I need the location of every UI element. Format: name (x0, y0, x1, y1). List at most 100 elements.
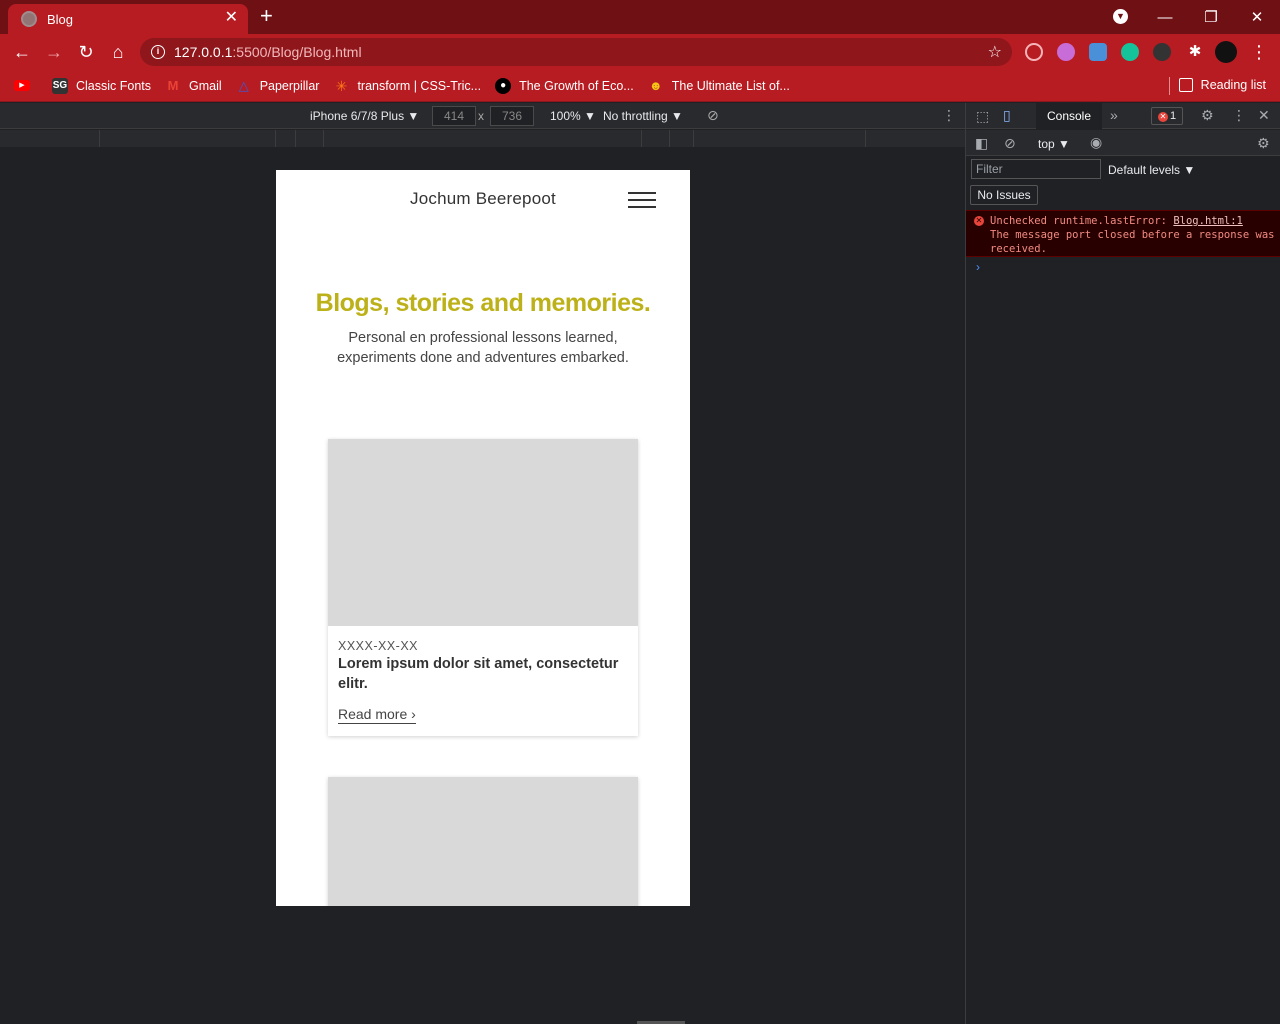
media-query-bar (0, 130, 965, 147)
globe-icon (21, 11, 37, 27)
dimension-separator: x (478, 109, 484, 123)
bookmarks-bar: ▶ SG Classic Fonts M Gmail △ Paperpillar… (0, 70, 1280, 102)
kebab-menu-icon[interactable]: ⋮ (942, 107, 956, 124)
bookmark-label: transform | CSS-Tric... (357, 78, 482, 93)
media-query-segment[interactable] (276, 130, 296, 147)
width-input[interactable]: 414 (432, 106, 476, 126)
device-select[interactable]: iPhone 6/7/8 Plus ▼ (310, 109, 419, 123)
extension-icon[interactable] (1153, 43, 1171, 61)
bookmark-label: Classic Fonts (76, 78, 152, 93)
card-thumbnail[interactable] (328, 777, 638, 906)
bookmark-gmail[interactable]: M Gmail (165, 78, 222, 94)
read-more-link[interactable]: Read more › (338, 706, 416, 724)
error-source-link[interactable]: Blog.html:1 (1173, 215, 1243, 227)
zoom-select[interactable]: 100% ▼ (550, 109, 596, 123)
throttle-select[interactable]: No throttling ▼ (603, 109, 683, 123)
page-title: Blogs, stories and memories. (315, 289, 651, 317)
bookmark-label: The Growth of Eco... (519, 78, 634, 93)
close-icon[interactable]: ✕ (1258, 108, 1270, 122)
bookmark-growth[interactable]: ● The Growth of Eco... (495, 77, 634, 94)
tab-blog[interactable]: Blog ✕ (8, 4, 248, 34)
youtube-bookmark[interactable]: ▶ (14, 80, 38, 91)
paperpillar-icon: △ (238, 77, 249, 93)
card-title: Lorem ipsum dolor sit amet, consectetur … (338, 656, 619, 692)
restore-button[interactable]: ❐ (1188, 8, 1234, 26)
media-query-segment[interactable] (100, 130, 276, 147)
bookmark-paperpillar[interactable]: △ Paperpillar (236, 78, 320, 94)
hamburger-menu-icon[interactable] (628, 192, 656, 210)
error-count: 1 (1169, 110, 1177, 122)
chevron-down-icon[interactable]: ▼ (1113, 9, 1128, 24)
log-levels-select[interactable]: Default levels ▼ (1108, 163, 1195, 177)
back-arrow-icon[interactable]: ← (11, 42, 33, 62)
home-icon[interactable]: ⌂ (107, 42, 129, 62)
reading-list-label: Reading list (1200, 78, 1266, 92)
context-select[interactable]: top ▼ (1038, 137, 1070, 151)
new-tab-button[interactable]: + (260, 5, 273, 27)
site-header: Jochum Beerepoot (276, 170, 690, 230)
more-tabs-icon[interactable]: » (1110, 108, 1118, 122)
height-input[interactable]: 736 (490, 106, 534, 126)
inspect-icon[interactable]: ⬚ (976, 109, 989, 123)
close-icon[interactable]: ✕ (225, 10, 238, 26)
bookmark-label: Gmail (189, 78, 222, 93)
error-icon: ✕ (1157, 112, 1168, 122)
reload-icon[interactable]: ↻ (75, 42, 97, 62)
minimize-button[interactable]: — (1142, 9, 1188, 26)
star-icon[interactable]: ☆ (988, 42, 1002, 62)
emulated-viewport: Jochum Beerepoot Blogs, stories and memo… (276, 170, 690, 906)
gear-icon[interactable]: ⚙ (1201, 108, 1214, 122)
rotate-icon[interactable]: ⊘ (707, 107, 719, 124)
issues-button[interactable]: No Issues (970, 185, 1038, 205)
divider (1169, 77, 1170, 95)
kebab-menu-icon[interactable]: ⋮ (1232, 108, 1246, 122)
console-prompt[interactable]: › (976, 260, 980, 274)
reading-list-icon (1178, 78, 1193, 92)
reading-list-button[interactable]: Reading list (1178, 78, 1266, 92)
list-icon: ☻ (648, 77, 663, 93)
gear-icon[interactable]: ⚙ (1257, 136, 1270, 150)
blog-card[interactable] (328, 777, 638, 906)
bookmark-css-tricks[interactable]: ✳ transform | CSS-Tric... (333, 78, 482, 94)
sg-icon: SG (52, 77, 68, 94)
eye-icon[interactable]: ◉ (1090, 135, 1102, 149)
console-toolbar: ◧ ⊘ top ▼ ◉ ⚙ (966, 130, 1280, 156)
error-count-badge[interactable]: ✕ 1 (1151, 107, 1183, 125)
media-query-segment[interactable] (0, 130, 100, 147)
extension-icon[interactable] (1057, 43, 1075, 61)
filter-row: Filter Default levels ▼ (966, 157, 1280, 183)
media-query-segment[interactable] (694, 130, 866, 147)
media-query-segment[interactable] (642, 130, 670, 147)
sidebar-toggle-icon[interactable]: ◧ (975, 136, 988, 150)
bookmark-ultimate-list[interactable]: ☻ The Ultimate List of... (648, 78, 790, 94)
youtube-icon: ▶ (14, 80, 30, 91)
bookmark-classic-fonts[interactable]: SG Classic Fonts (52, 77, 152, 94)
forward-arrow-icon[interactable]: → (43, 42, 65, 62)
clear-console-icon[interactable]: ⊘ (1004, 136, 1016, 150)
kebab-menu-icon[interactable]: ⋮ (1248, 42, 1270, 62)
address-bar[interactable]: i 127.0.0.1:5500/Blog/Blog.html ☆ (140, 38, 1012, 66)
close-window-button[interactable]: ✕ (1234, 8, 1280, 26)
media-query-segment[interactable] (296, 130, 324, 147)
tab-console[interactable]: Console (1036, 103, 1102, 129)
filter-input[interactable]: Filter (971, 159, 1101, 179)
window-controls: — ❐ ✕ (1142, 0, 1280, 34)
extension-icon[interactable] (1025, 43, 1043, 61)
error-text: Unchecked runtime.lastError: (990, 215, 1168, 227)
device-toggle-icon[interactable]: ▯ (1003, 108, 1011, 122)
url-path: :5500/Blog/Blog.html (232, 44, 362, 60)
error-icon: ✕ (974, 216, 984, 226)
info-icon[interactable]: i (151, 45, 165, 59)
media-query-segment[interactable] (324, 130, 642, 147)
avatar[interactable] (1215, 41, 1237, 63)
card-thumbnail[interactable] (328, 439, 638, 626)
extension-icon[interactable] (1089, 43, 1107, 61)
medium-icon: ● (495, 77, 512, 94)
grammarly-icon[interactable] (1121, 43, 1139, 61)
media-query-segment[interactable] (670, 130, 694, 147)
page-subtitle: Personal en professional lessons learned… (337, 330, 629, 366)
tab-strip: Blog ✕ + ▼ — ❐ ✕ (0, 0, 1280, 34)
puzzle-icon[interactable]: ✱ (1184, 42, 1206, 62)
tab-title: Blog (47, 11, 74, 27)
blog-card[interactable]: XXXX-XX-XX Lorem ipsum dolor sit amet, c… (328, 439, 638, 736)
